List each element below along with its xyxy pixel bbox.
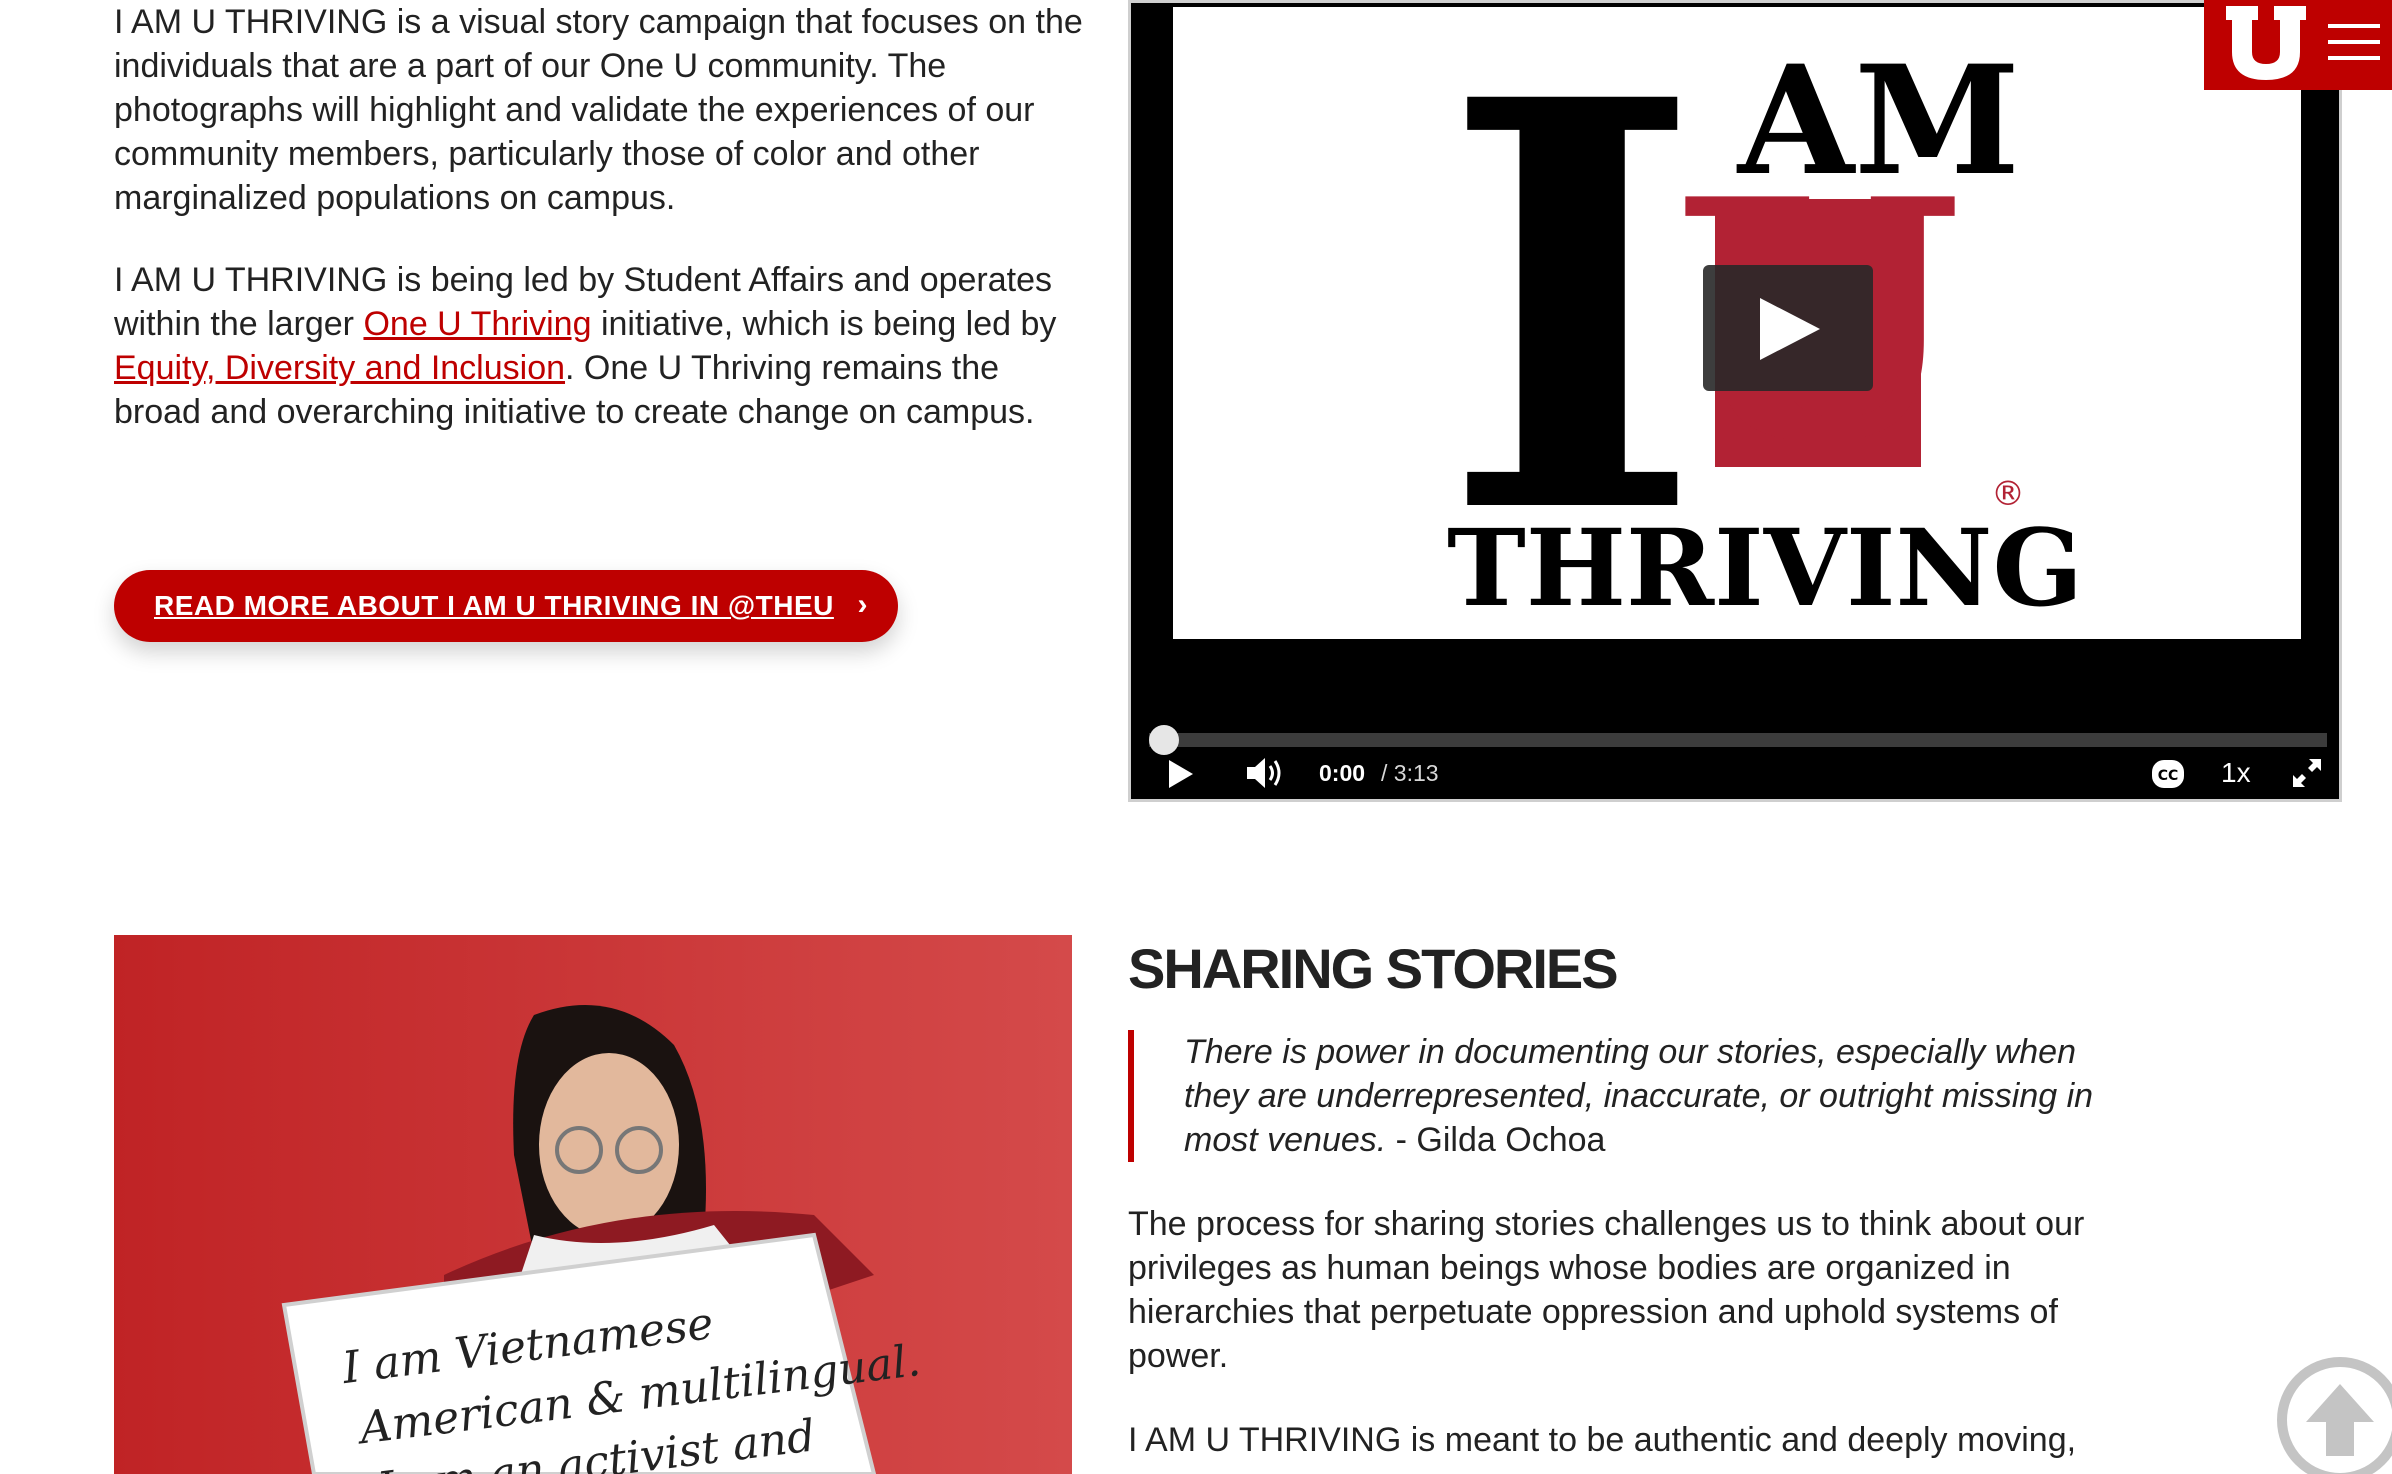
block-u-icon (2226, 6, 2306, 80)
read-more-button[interactable]: READ MORE ABOUT I AM U THRIVING IN @THEU… (114, 570, 898, 642)
volume-icon[interactable] (1245, 755, 1285, 791)
play-control-icon[interactable] (1167, 759, 1195, 789)
svg-text:CC: CC (2158, 768, 2179, 784)
intro-paragraph-1: I AM U THRIVING is a visual story campai… (114, 3, 1083, 217)
video-player[interactable]: I U AM ® THRIVING 0:00 / 3:13 CC 1x (1128, 0, 2342, 802)
playback-rate-button[interactable]: 1x (2221, 757, 2251, 789)
sharing-paragraph-1: The process for sharing stories challeng… (1128, 1205, 2085, 1375)
big-play-button[interactable] (1703, 265, 1873, 391)
intro-section: I AM U THRIVING is a visual story campai… (114, 0, 1094, 472)
progress-scrubber[interactable] (1149, 725, 1179, 755)
total-time: / 3:13 (1381, 760, 1439, 786)
video-poster[interactable]: I U AM ® THRIVING (1173, 7, 2301, 639)
poster-word-am: AM (1736, 33, 2020, 209)
intro-paragraph-2: I AM U THRIVING is being led by Student … (114, 258, 1094, 434)
play-icon (1760, 298, 1820, 360)
equity-diversity-inclusion-link[interactable]: Equity, Diversity and Inclusion (114, 349, 565, 387)
closed-captions-icon[interactable]: CC (2151, 759, 2185, 789)
sharing-paragraph-2: I AM U THRIVING is meant to be authentic… (1128, 1421, 2077, 1474)
intro-p2-text-b: initiative, which is being led by (591, 305, 1057, 343)
current-time: 0:00 (1319, 760, 1366, 786)
university-u-logo[interactable] (2204, 0, 2392, 90)
scroll-to-top-icon[interactable] (2276, 1356, 2392, 1474)
gilda-ochoa-quote: There is power in documenting our storie… (1128, 1030, 2108, 1162)
quote-author: - Gilda Ochoa (1386, 1121, 1606, 1159)
read-more-label: READ MORE ABOUT I AM U THRIVING IN @THEU (154, 590, 834, 621)
poster-word-thriving: THRIVING (1447, 505, 2083, 630)
progress-bar[interactable] (1149, 725, 2327, 755)
student-photo: I am Vietnamese American & multilingual.… (114, 935, 1072, 1474)
fullscreen-icon[interactable] (2291, 757, 2323, 789)
quote-text: There is power in documenting our storie… (1184, 1033, 2094, 1159)
one-u-thriving-link[interactable]: One U Thriving (363, 305, 591, 343)
photo-illustration: I am Vietnamese American & multilingual.… (114, 935, 1072, 1474)
chevron-right-icon: › (857, 588, 868, 621)
sharing-stories-heading: SHARING STORIES (1128, 937, 1619, 1000)
